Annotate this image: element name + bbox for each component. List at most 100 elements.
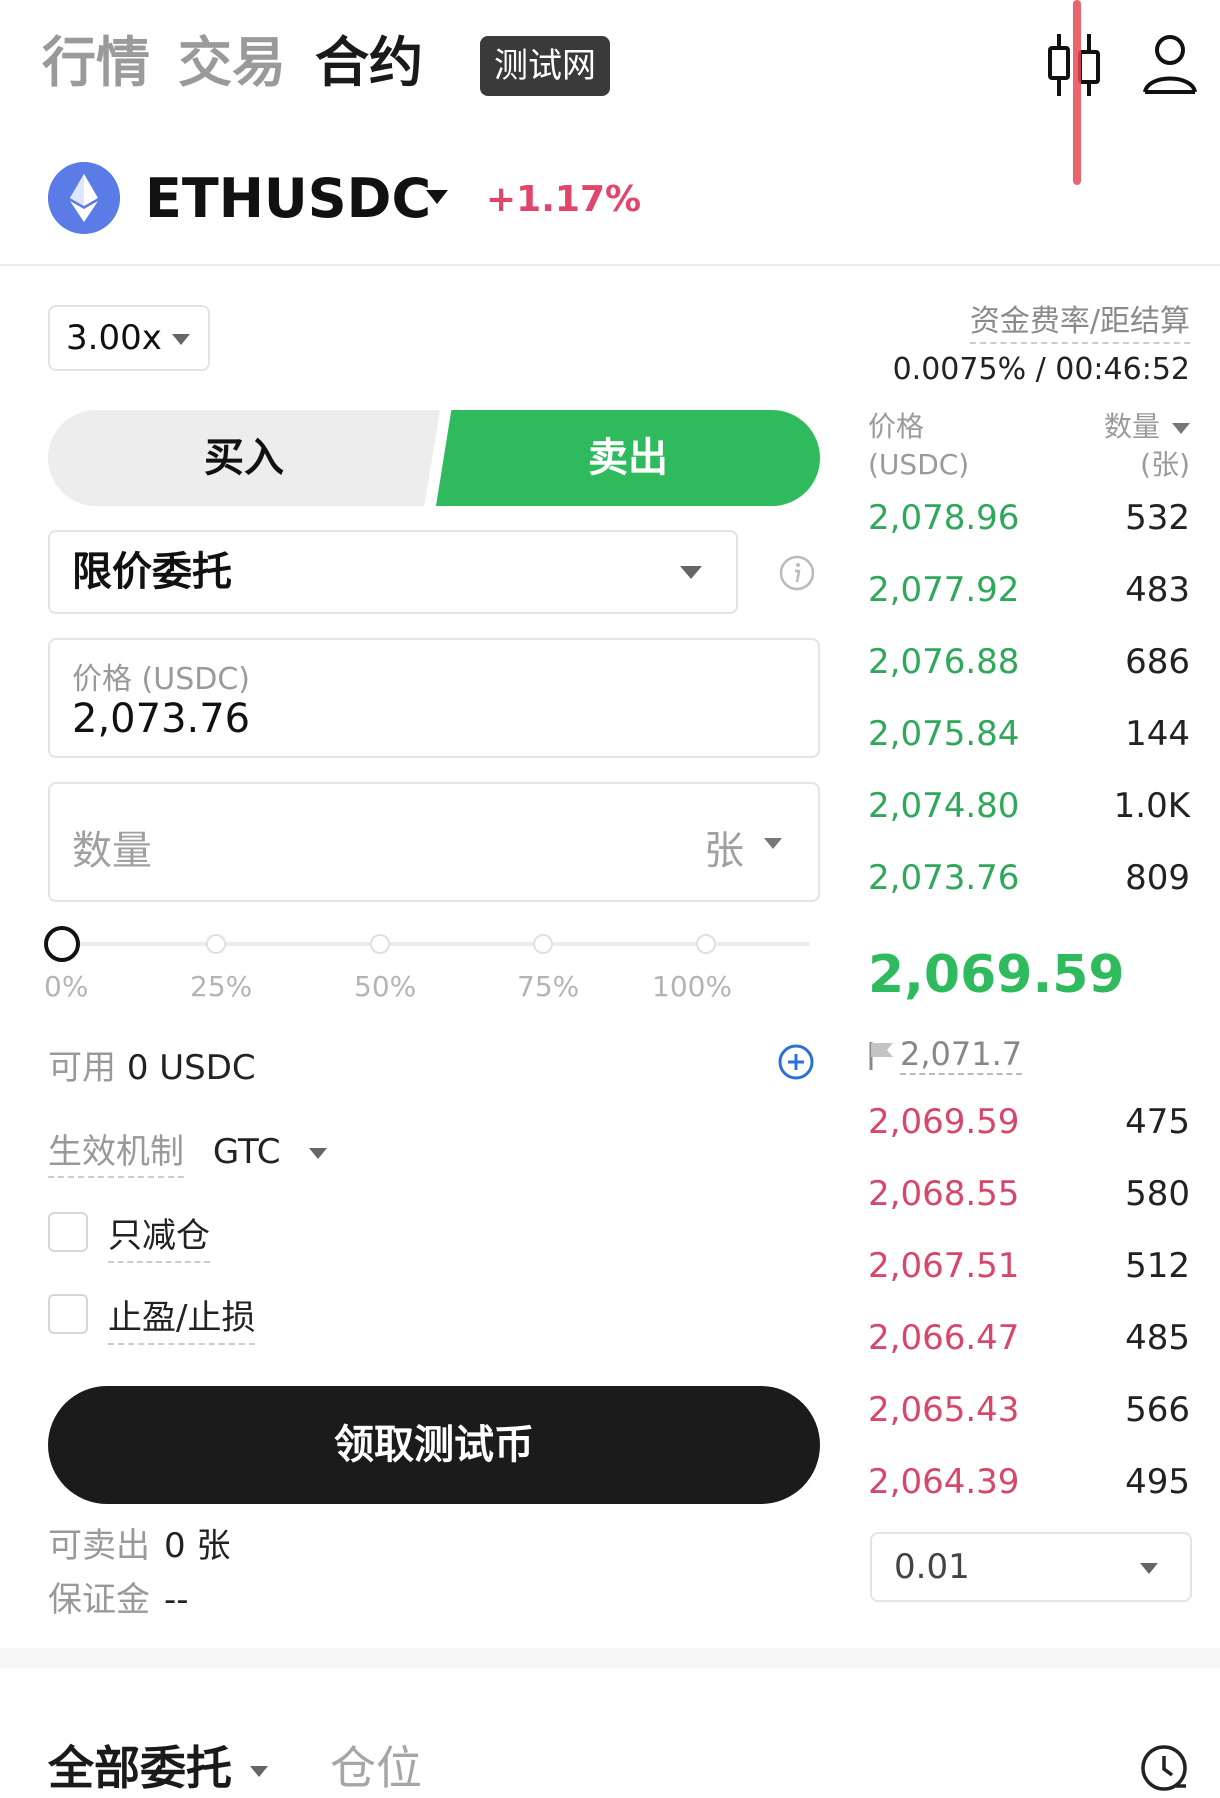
available-value: 0 USDC	[126, 1048, 256, 1088]
bid-price: 2,066.47	[868, 1318, 1020, 1358]
tab-futures[interactable]: 合约	[315, 28, 423, 98]
slider-thumb[interactable]	[44, 926, 80, 962]
bid-qty: 580	[1125, 1174, 1190, 1214]
available-label: 可用	[48, 1048, 116, 1088]
slider-label-25: 25%	[190, 970, 253, 1003]
info-icon[interactable]	[778, 554, 816, 592]
bid-row[interactable]: 2,068.55 580	[868, 1166, 1190, 1222]
ask-price: 2,073.76	[868, 858, 1020, 898]
user-icon[interactable]	[1140, 30, 1200, 100]
margin-amount: 保证金 --	[48, 1572, 189, 1621]
ask-qty: 483	[1125, 570, 1190, 610]
ask-price: 2,077.92	[868, 570, 1020, 610]
tp-sl-checkbox[interactable]	[48, 1294, 88, 1334]
bid-qty: 566	[1125, 1390, 1190, 1430]
symbol-header[interactable]: ETHUSDC +1.17%	[0, 150, 1220, 265]
ask-row[interactable]: 2,076.88 686	[868, 634, 1190, 690]
slider-label-0: 0%	[44, 970, 89, 1003]
bid-row[interactable]: 2,066.47 485	[868, 1310, 1190, 1366]
slider-node-75[interactable]	[533, 934, 553, 954]
bid-row[interactable]: 2,064.39 495	[868, 1454, 1190, 1510]
bid-row[interactable]: 2,069.59 475	[868, 1094, 1190, 1150]
bid-price: 2,065.43	[868, 1390, 1020, 1430]
bid-price: 2,067.51	[868, 1246, 1020, 1286]
orderbook-qty-header[interactable]: 数量	[1104, 410, 1160, 443]
order-type-value: 限价委托	[72, 549, 232, 595]
caret-down-icon	[172, 334, 190, 345]
ask-row[interactable]: 2,078.96 532	[868, 490, 1190, 546]
symbol-name[interactable]: ETHUSDC	[145, 164, 431, 234]
bid-qty: 495	[1125, 1462, 1190, 1502]
orderbook-qty-header-row[interactable]: 数量	[1104, 408, 1190, 446]
slider-label-100: 100%	[652, 970, 733, 1003]
add-funds-icon[interactable]	[777, 1043, 815, 1081]
tif-value[interactable]: GTC	[213, 1132, 281, 1172]
bid-row[interactable]: 2,067.51 512	[868, 1238, 1190, 1294]
tab-market[interactable]: 行情	[42, 28, 150, 98]
ask-row[interactable]: 2,074.80 1.0K	[868, 778, 1190, 834]
ask-price: 2,074.80	[868, 786, 1020, 826]
sell-button[interactable]: 卖出	[436, 410, 820, 506]
slider-label-75: 75%	[517, 970, 580, 1003]
buy-button[interactable]: 买入	[48, 410, 440, 506]
tab-all-orders[interactable]: 全部委托	[48, 1738, 268, 1798]
percent-slider[interactable]: 0% 25% 50% 75% 100%	[44, 926, 824, 1016]
quantity-placeholder[interactable]: 数量	[72, 818, 152, 876]
tp-sl-label[interactable]: 止盈/止损	[108, 1290, 256, 1345]
ask-qty: 686	[1125, 642, 1190, 682]
price-input-value[interactable]: 2,073.76	[72, 696, 250, 742]
chevron-down-icon[interactable]	[426, 190, 448, 204]
ask-qty: 532	[1125, 498, 1190, 538]
ask-row[interactable]: 2,075.84 144	[868, 706, 1190, 762]
flag-icon	[869, 1042, 893, 1070]
price-precision-select[interactable]: 0.01	[870, 1532, 1192, 1602]
funding-rate-label[interactable]: 资金费率/距结算	[969, 296, 1190, 344]
bid-price: 2,064.39	[868, 1462, 1020, 1502]
reduce-only-label[interactable]: 只减仓	[108, 1208, 210, 1263]
leverage-value: 3.00x	[66, 318, 162, 358]
quantity-unit[interactable]: 张	[704, 818, 744, 876]
caret-down-icon[interactable]	[764, 838, 782, 849]
mark-price-value[interactable]: 2,071.7	[900, 1035, 1023, 1075]
slider-node-25[interactable]	[206, 934, 226, 954]
bid-row[interactable]: 2,065.43 566	[868, 1382, 1190, 1438]
reduce-only-checkbox[interactable]	[48, 1212, 88, 1252]
sellable-value: 0 张	[164, 1526, 231, 1566]
tab-positions[interactable]: 仓位	[330, 1738, 422, 1798]
price-input[interactable]: 价格 (USDC) 2,073.76	[48, 638, 820, 758]
caret-down-icon	[1140, 1563, 1158, 1574]
bid-qty: 485	[1125, 1318, 1190, 1358]
ask-qty: 809	[1125, 858, 1190, 898]
quantity-input[interactable]: 数量 张	[48, 782, 820, 902]
slider-node-100[interactable]	[696, 934, 716, 954]
caret-down-icon[interactable]	[250, 1766, 268, 1777]
side-toggle: 买入 卖出	[48, 410, 820, 506]
tab-trade[interactable]: 交易	[178, 28, 286, 98]
sellable-label: 可卖出	[48, 1526, 150, 1566]
ask-row[interactable]: 2,077.92 483	[868, 562, 1190, 618]
bottom-tabs: 全部委托 仓位	[0, 1668, 1220, 1798]
history-icon[interactable]	[1138, 1742, 1190, 1794]
funding-rate-value: 0.0075% / 00:46:52	[892, 352, 1190, 387]
mark-price[interactable]: 2,071.7	[868, 1032, 1023, 1076]
slider-node-50[interactable]	[370, 934, 390, 954]
funding-rate[interactable]: 资金费率/距结算 0.0075% / 00:46:52	[893, 296, 1190, 387]
order-type-select[interactable]: 限价委托	[48, 530, 738, 614]
ask-row[interactable]: 2,073.76 809	[868, 850, 1190, 906]
claim-test-coins-button[interactable]: 领取测试币	[48, 1386, 820, 1504]
price-change: +1.17%	[486, 179, 642, 220]
ask-price: 2,075.84	[868, 714, 1020, 754]
top-nav: 行情 交易 合约 测试网	[0, 0, 1220, 185]
ask-price: 2,078.96	[868, 498, 1020, 538]
caret-down-icon[interactable]	[309, 1148, 328, 1159]
leverage-selector[interactable]: 3.00x	[48, 305, 210, 371]
orderbook-price-header: 价格	[868, 410, 925, 443]
last-price[interactable]: 2,069.59	[868, 940, 1125, 1010]
caret-down-icon[interactable]	[1172, 422, 1190, 434]
section-separator	[0, 1648, 1220, 1668]
time-in-force[interactable]: 生效机制 GTC	[48, 1124, 328, 1178]
bid-price: 2,068.55	[868, 1174, 1020, 1214]
caret-down-icon	[680, 566, 702, 579]
margin-value: --	[164, 1580, 189, 1620]
tab-all-orders-label[interactable]: 全部委托	[48, 1741, 232, 1795]
